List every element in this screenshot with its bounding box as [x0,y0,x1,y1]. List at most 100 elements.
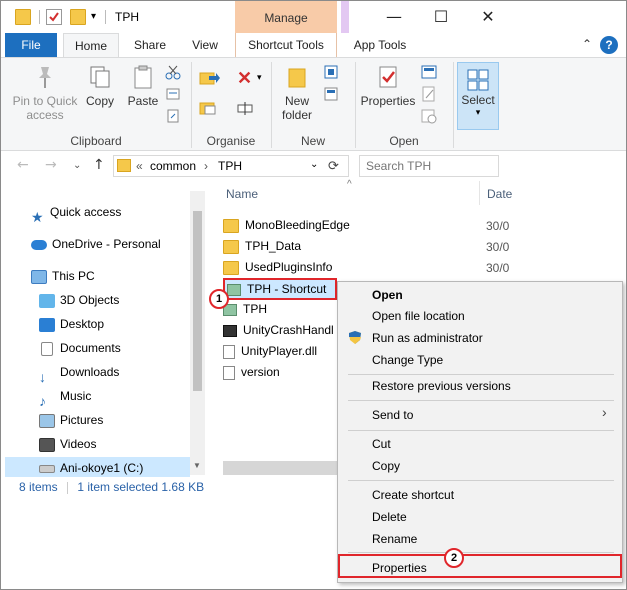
navigation-bar: ← → ⌄ ↑ « common › TPH ⌄ ⟳ Search TPH [1,153,626,179]
history-icon[interactable] [421,108,437,124]
list-item-selected-shortcut[interactable]: TPH - Shortcut [223,278,337,300]
nav-downloads[interactable]: ↓ Downloads [39,361,119,385]
cut-icon[interactable] [165,64,181,80]
paste-shortcut-icon[interactable] [165,108,181,124]
manage-context-group: Manage [235,1,337,33]
selection-info: 1 item selected 1.68 KB [77,480,205,494]
help-icon[interactable]: ? [600,36,618,54]
nav-scrollbar[interactable]: ▼ [190,191,205,475]
item-count: 8 items [19,480,58,494]
list-item[interactable]: TPH [223,299,267,319]
column-header-date[interactable]: Date [487,187,512,201]
nav-drive-c[interactable]: Ani-okoye1 (C:) [39,457,143,479]
maximize-button[interactable]: ☐ [426,5,456,29]
scroll-down-icon[interactable]: ▼ [193,461,201,470]
menu-item-change-type[interactable]: Change Type [372,350,443,370]
tab-shortcut-tools[interactable]: Shortcut Tools [235,33,337,57]
rename-icon[interactable] [237,100,253,116]
address-bar[interactable]: « common › TPH ⌄ ⟳ [113,155,349,177]
delete-dropdown-icon[interactable]: ▾ [257,72,262,83]
shield-icon [348,330,362,345]
menu-item-delete[interactable]: Delete [372,507,407,527]
open-icon[interactable] [421,64,443,80]
edit-icon[interactable] [421,86,437,102]
folder-icon [223,239,239,254]
menu-item-send-to[interactable]: Send to [372,405,413,425]
menu-item-restore-versions[interactable]: Restore previous versions [372,376,511,396]
menu-item-cut[interactable]: Cut [372,434,391,454]
properties-ribbon-button[interactable]: Properties [359,64,417,108]
tab-view[interactable]: View [181,33,229,57]
nav-quick-access[interactable]: ★ Quick access [31,201,121,225]
new-folder-quick-icon[interactable] [70,9,86,25]
navigation-pane: ★ Quick access OneDrive - Personal This P… [1,191,206,477]
copy-button[interactable]: Copy [83,64,117,108]
select-button[interactable]: Select ▾ [457,62,499,130]
new-folder-icon [288,68,306,88]
paste-icon [134,65,152,89]
computer-icon [31,269,47,284]
copy-path-icon[interactable] [165,86,181,102]
document-icon [41,341,53,356]
list-item[interactable]: MonoBleedingEdge [223,215,350,235]
up-button[interactable]: ↑ [93,157,105,173]
delete-icon[interactable]: ✕ [237,68,252,89]
paste-button[interactable]: Paste [123,64,163,108]
menu-item-run-as-admin[interactable]: Run as administrator [372,328,483,348]
properties-quick-icon[interactable] [46,9,62,25]
folder-icon [223,218,239,233]
select-icon [467,69,489,91]
horizontal-scrollbar[interactable] [223,461,338,475]
pin-to-quick-access-button[interactable]: Pin to Quick access [9,64,81,122]
menu-item-rename[interactable]: Rename [372,529,417,549]
search-input[interactable]: Search TPH [359,155,499,177]
breadcrumb-tph[interactable]: TPH [218,159,242,173]
app-tools-context-strip [341,1,349,33]
new-folder-button[interactable]: New folder [277,64,317,122]
list-item[interactable]: UsedPluginsInfo [223,257,332,277]
nav-this-pc[interactable]: This PC [31,265,95,287]
nav-3d-objects[interactable]: 3D Objects [39,289,119,311]
tab-home[interactable]: Home [63,33,119,57]
list-item[interactable]: UnityPlayer.dll [223,341,317,361]
breadcrumb-common[interactable]: common [150,159,196,173]
refresh-icon[interactable]: ⟳ [328,158,339,174]
quick-access-dropdown-icon[interactable]: ▾ [91,11,96,22]
dll-file-icon [223,344,235,359]
column-header-name[interactable]: Name [226,187,258,201]
collapse-ribbon-icon[interactable]: ⌃ [582,37,592,51]
list-item[interactable]: version [223,362,280,382]
menu-item-properties[interactable]: Properties [372,558,427,578]
menu-item-open[interactable]: Open [372,285,403,305]
download-icon: ↓ [39,368,46,385]
nav-scrollbar-thumb[interactable] [193,211,202,391]
window-title: TPH [115,10,139,24]
new-group-label: New [300,134,325,148]
copy-to-icon[interactable] [199,100,221,116]
nav-desktop[interactable]: Desktop [39,313,104,335]
close-button[interactable]: ✕ [473,5,503,29]
nav-onedrive[interactable]: OneDrive - Personal [31,233,161,255]
nav-videos[interactable]: Videos [39,433,96,455]
open-group-label: Open [389,134,419,148]
menu-item-open-file-location[interactable]: Open file location [372,306,465,326]
tab-share[interactable]: Share [125,33,175,57]
new-item-icon[interactable] [323,64,339,80]
list-item[interactable]: UnityCrashHandl [223,320,334,340]
tab-app-tools[interactable]: App Tools [345,33,415,57]
move-to-icon[interactable] [199,70,221,86]
address-dropdown-icon[interactable]: ⌄ [310,159,318,170]
tab-file[interactable]: File [5,33,57,57]
recent-locations-icon[interactable]: ⌄ [73,160,81,171]
nav-pictures[interactable]: Pictures [39,409,103,431]
forward-button[interactable]: → [45,157,57,173]
nav-music[interactable]: ♪ Music [39,385,91,409]
minimize-button[interactable]: — [379,5,409,29]
back-button[interactable]: ← [17,157,29,173]
menu-item-create-shortcut[interactable]: Create shortcut [372,485,454,505]
app-icon [223,324,237,337]
menu-item-copy[interactable]: Copy [372,456,400,476]
easy-access-icon[interactable] [323,86,339,102]
nav-documents[interactable]: Documents [39,337,121,359]
list-item[interactable]: TPH_Data [223,236,301,256]
